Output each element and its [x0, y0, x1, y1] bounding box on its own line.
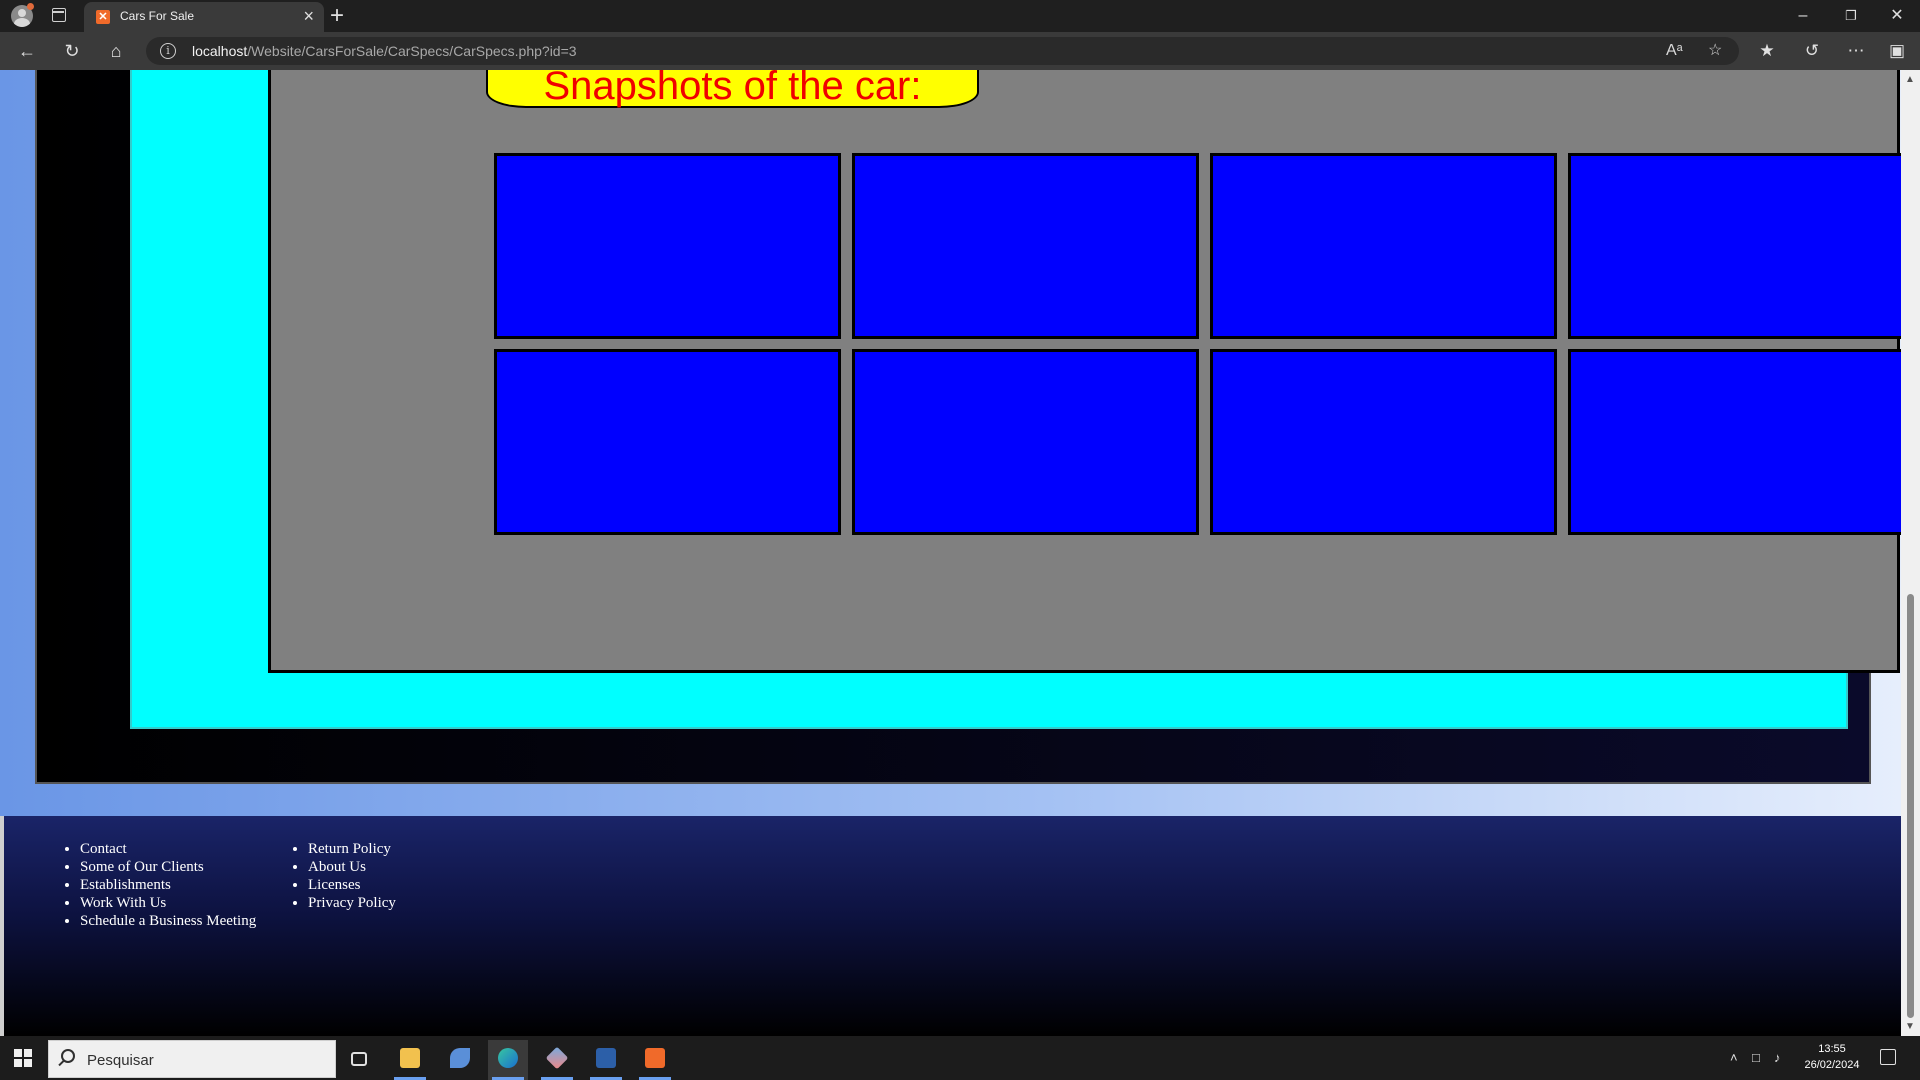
url-host: localhost	[192, 43, 248, 59]
volume-icon[interactable]: ♪	[1774, 1050, 1781, 1065]
more-options-icon[interactable]: ⋯	[1843, 41, 1869, 61]
return-policy-link[interactable]: Return Policy	[308, 841, 391, 857]
outer-frame: Snapshots of the car:	[35, 70, 1915, 784]
footer-link-item: Contact	[80, 840, 256, 858]
profile-notification-dot	[27, 3, 34, 10]
url-path: /Website/CarsForSale/CarSpecs/CarSpecs.p…	[247, 43, 577, 59]
snapshot-image[interactable]	[852, 349, 1199, 535]
task-view-icon[interactable]	[339, 1040, 379, 1080]
content-frame: Snapshots of the car:	[130, 70, 1915, 729]
refresh-icon[interactable]: ↻	[59, 39, 85, 63]
footer-link-item: Some of Our Clients	[80, 858, 256, 876]
clock-time: 13:55	[1818, 1043, 1846, 1055]
edge-browser-icon[interactable]	[488, 1040, 528, 1080]
snapshot-image[interactable]	[1210, 349, 1557, 535]
tab-title: Cars For Sale	[120, 9, 195, 23]
sidebar-toggle-icon[interactable]: ▣	[1884, 41, 1910, 61]
site-info-icon[interactable]: i	[160, 43, 176, 59]
app-icon[interactable]	[537, 1040, 577, 1080]
scroll-down-icon[interactable]: ▼	[1905, 1021, 1915, 1032]
app-icon[interactable]	[440, 1040, 480, 1080]
snapshot-image[interactable]	[494, 153, 841, 339]
tab-close-icon[interactable]: ×	[303, 6, 314, 26]
minimize-icon[interactable]: –	[1780, 4, 1826, 28]
search-icon	[61, 1049, 75, 1063]
xampp-icon: ✕	[96, 10, 110, 24]
snapshot-image[interactable]	[1210, 153, 1557, 339]
snapshot-image[interactable]	[852, 153, 1199, 339]
read-aloud-icon[interactable]: Aᵃ	[1666, 42, 1683, 60]
browser-title-bar: ✕ Cars For Sale × + – ❐ ✕	[0, 0, 1920, 32]
url-text[interactable]: localhost/Website/CarsForSale/CarSpecs/C…	[192, 43, 577, 59]
schedule-meeting-link[interactable]: Schedule a Business Meeting	[80, 913, 256, 929]
footer-link-item: Establishments	[80, 876, 256, 894]
footer-link-item: Schedule a Business Meeting	[80, 912, 256, 930]
scroll-up-icon[interactable]: ▲	[1905, 74, 1915, 85]
visual-studio-icon[interactable]	[586, 1040, 626, 1080]
about-us-link[interactable]: About Us	[308, 859, 366, 875]
file-explorer-icon[interactable]	[390, 1040, 430, 1080]
page-scrollbar[interactable]: ▲ ▼	[1901, 70, 1920, 1036]
establishments-link[interactable]: Establishments	[80, 877, 171, 893]
restore-icon[interactable]: ❐	[1828, 4, 1874, 28]
licenses-link[interactable]: Licenses	[308, 877, 360, 893]
clients-link[interactable]: Some of Our Clients	[80, 859, 204, 875]
home-icon[interactable]: ⌂	[103, 39, 129, 63]
snapshot-image[interactable]	[1568, 153, 1915, 339]
show-hidden-icons-icon[interactable]: ˄	[1730, 1050, 1738, 1065]
footer-link-item: Return Policy	[308, 840, 396, 858]
browser-toolbar: ← ↻ ⌂ i localhost/Website/CarsForSale/Ca…	[0, 32, 1920, 70]
new-tab-icon[interactable]: +	[330, 1, 344, 31]
address-bar[interactable]: i localhost/Website/CarsForSale/CarSpecs…	[146, 37, 1739, 65]
footer-link-item: Privacy Policy	[308, 894, 396, 912]
footer-link-item: Work With Us	[80, 894, 256, 912]
clock-date: 26/02/2024	[1804, 1059, 1860, 1071]
back-icon[interactable]: ←	[14, 39, 40, 63]
snapshot-image[interactable]	[494, 349, 841, 535]
history-icon[interactable]: ↺	[1799, 41, 1825, 61]
system-clock[interactable]: 13:55 26/02/2024	[1796, 1041, 1868, 1073]
network-icon[interactable]: □	[1752, 1050, 1760, 1065]
favorites-icon[interactable]: ★	[1754, 41, 1780, 61]
scrollbar-thumb[interactable]	[1907, 594, 1914, 1018]
snapshot-image[interactable]	[1568, 349, 1915, 535]
taskbar-search-placeholder: Pesquisar	[87, 1052, 154, 1069]
footer-links-col2: Return Policy About Us Licenses Privacy …	[290, 840, 396, 912]
xampp-icon[interactable]	[635, 1040, 675, 1080]
site-footer: Contact Some of Our Clients Establishmen…	[0, 816, 1901, 1036]
tab-actions-icon[interactable]	[52, 8, 66, 22]
footer-link-item: Licenses	[308, 876, 396, 894]
contact-link[interactable]: Contact	[80, 841, 127, 857]
work-with-us-link[interactable]: Work With Us	[80, 895, 166, 911]
close-window-icon[interactable]: ✕	[1874, 4, 1920, 28]
snapshots-heading: Snapshots of the car:	[486, 70, 979, 108]
windows-start-icon[interactable]	[14, 1049, 32, 1067]
notifications-icon[interactable]	[1880, 1049, 1896, 1065]
windows-taskbar: Pesquisar ˄ □ ♪ 13:55 26/02/2024	[0, 1036, 1920, 1080]
snapshots-gallery	[494, 153, 1918, 535]
privacy-policy-link[interactable]: Privacy Policy	[308, 895, 396, 911]
page-background: Snapshots of the car:	[0, 70, 1915, 816]
browser-tab[interactable]: ✕ Cars For Sale ×	[84, 2, 324, 32]
page-viewport: Snapshots of the car: Contact	[0, 70, 1920, 1036]
footer-link-item: About Us	[308, 858, 396, 876]
favorite-star-icon[interactable]: ☆	[1708, 42, 1722, 60]
car-specs-panel: Snapshots of the car:	[268, 70, 1915, 673]
footer-links-col1: Contact Some of Our Clients Establishmen…	[62, 840, 256, 930]
taskbar-search[interactable]: Pesquisar	[48, 1040, 336, 1078]
